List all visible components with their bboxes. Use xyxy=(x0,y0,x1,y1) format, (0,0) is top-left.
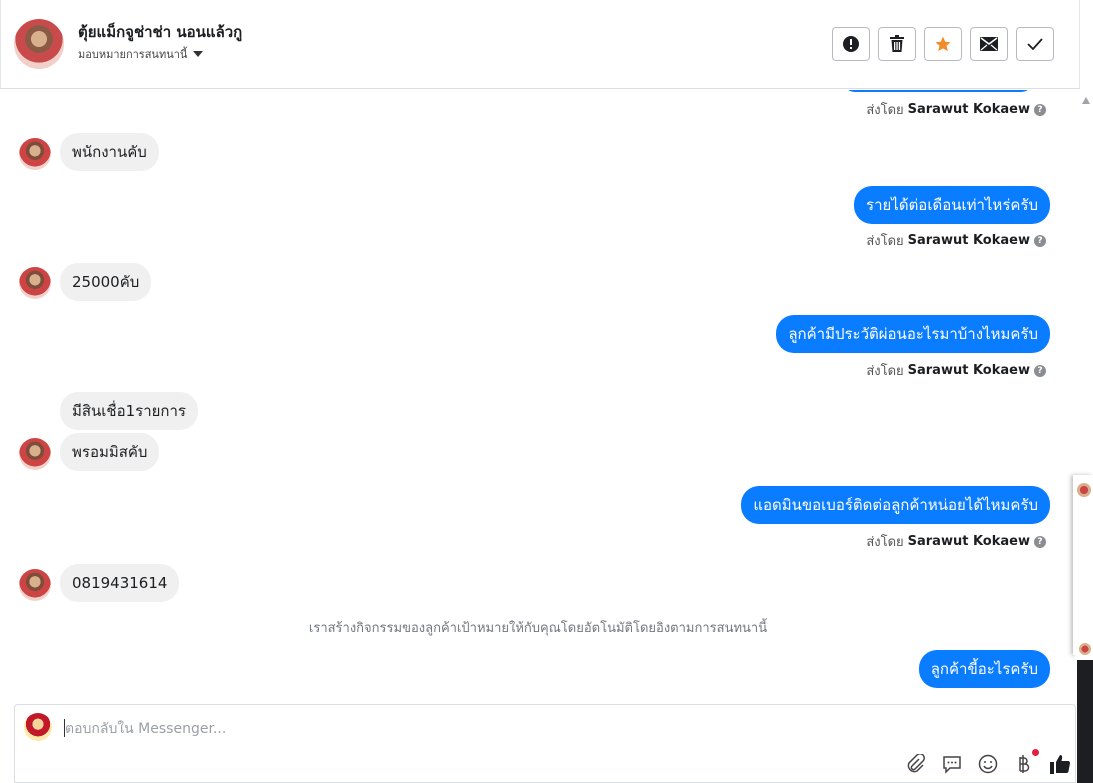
baht-icon xyxy=(1019,755,1030,773)
notification-dot xyxy=(1032,749,1039,756)
contact-avatar-small xyxy=(19,438,51,470)
contact-avatar-small xyxy=(19,267,51,299)
sent-by-agent: Sarawut Kokaew xyxy=(907,363,1030,378)
message-thread[interactable]: ส่งโดย Sarawut Kokaew ? พนักงานคับ รายได… xyxy=(0,90,1076,702)
report-button[interactable] xyxy=(832,27,870,61)
sent-by-agent: Sarawut Kokaew xyxy=(907,102,1030,117)
message-bubble-out[interactable]: ลูกค้าขี้อะไรครับ xyxy=(918,650,1050,688)
contact-name[interactable]: ตุ้ยแม็กจูช่าช่า นอนแล้วกู xyxy=(78,20,242,44)
like-icon xyxy=(1050,755,1071,774)
page-avatar xyxy=(24,713,52,741)
sent-by: ส่งโดย Sarawut Kokaew ? xyxy=(866,99,1046,120)
help-icon[interactable]: ? xyxy=(1034,234,1046,247)
help-icon[interactable]: ? xyxy=(1034,103,1046,116)
like-button[interactable] xyxy=(1049,753,1071,775)
mail-button[interactable] xyxy=(970,27,1008,61)
message-bubble-out[interactable]: รายได้ต่อเดือนเท่าไหร่ครับ xyxy=(854,186,1050,224)
sent-by: ส่งโดย Sarawut Kokaew ? xyxy=(866,230,1046,251)
text-cursor xyxy=(64,719,65,737)
emoji-icon xyxy=(978,754,998,774)
trash-icon xyxy=(890,35,904,52)
message-bubble-in[interactable]: 25000คับ xyxy=(60,263,152,301)
star-button[interactable] xyxy=(924,27,962,61)
assign-label: มอบหมายการสนทนานี้ xyxy=(78,48,188,61)
system-notice: เราสร้างกิจกรรมของลูกค้าเป้าหมายให้กับคุ… xyxy=(308,621,768,636)
chat-head-avatar[interactable] xyxy=(1079,643,1091,655)
conversation-toolbar xyxy=(832,27,1054,61)
chat-head-avatar[interactable] xyxy=(1077,483,1091,497)
message-bubble-in[interactable]: มีสินเชื่อ1รายการ xyxy=(60,392,198,430)
sent-by-prefix: ส่งโดย xyxy=(866,234,904,249)
sent-by-agent: Sarawut Kokaew xyxy=(907,233,1030,248)
message-bubble-in[interactable]: พนักงานคับ xyxy=(60,133,159,171)
contact-avatar-small xyxy=(19,138,51,170)
reply-input[interactable] xyxy=(63,717,667,741)
reply-composer xyxy=(14,704,1076,783)
sent-by-prefix: ส่งโดย xyxy=(866,364,904,379)
message-bubble-out xyxy=(843,90,1033,92)
dark-popup xyxy=(1077,660,1093,783)
saved-reply-icon xyxy=(943,756,961,774)
help-icon[interactable]: ? xyxy=(1034,364,1046,377)
sent-by: ส่งโดย Sarawut Kokaew ? xyxy=(866,531,1046,552)
emoji-button[interactable] xyxy=(977,753,999,775)
contact-avatar-small xyxy=(19,569,51,601)
saved-reply-button[interactable] xyxy=(941,753,963,775)
help-icon[interactable]: ? xyxy=(1034,535,1046,548)
attachment-button[interactable] xyxy=(905,753,927,775)
message-bubble-in[interactable]: 0819431614 xyxy=(60,564,180,602)
scroll-up-icon[interactable] xyxy=(1082,97,1090,104)
contact-avatar[interactable] xyxy=(14,19,64,69)
caret-down-icon xyxy=(193,51,204,57)
message-bubble-in[interactable]: พรอมมิสคับ xyxy=(60,433,160,471)
mail-icon xyxy=(980,37,998,51)
floating-chat-panel-2[interactable] xyxy=(1075,640,1093,783)
check-icon xyxy=(1027,38,1043,51)
star-icon xyxy=(935,36,951,52)
composer-actions xyxy=(905,749,1071,775)
assign-conversation-dropdown[interactable]: มอบหมายการสนทนานี้ xyxy=(78,45,204,63)
message-bubble-out[interactable]: ลูกค้ามีประวัติผ่อนอะไรมาบ้างไหมครับ xyxy=(776,315,1050,353)
conversation-header: ตุ้ยแม็กจูช่าช่า นอนแล้วกู มอบหมายการสนท… xyxy=(0,0,1080,89)
sent-by-prefix: ส่งโดย xyxy=(866,535,904,550)
attachment-icon xyxy=(907,754,925,773)
sent-by: ส่งโดย Sarawut Kokaew ? xyxy=(866,360,1046,381)
report-icon xyxy=(843,36,859,52)
delete-button[interactable] xyxy=(878,27,916,61)
sent-by-prefix: ส่งโดย xyxy=(866,103,904,118)
mark-done-button[interactable] xyxy=(1016,27,1054,61)
payment-button[interactable] xyxy=(1013,749,1039,775)
message-bubble-out[interactable]: แอดมินขอเบอร์ติดต่อลูกค้าหน่อยได้ไหมครับ xyxy=(741,486,1050,524)
sent-by-agent: Sarawut Kokaew xyxy=(907,534,1030,549)
floating-chat-panel[interactable] xyxy=(1073,475,1093,655)
